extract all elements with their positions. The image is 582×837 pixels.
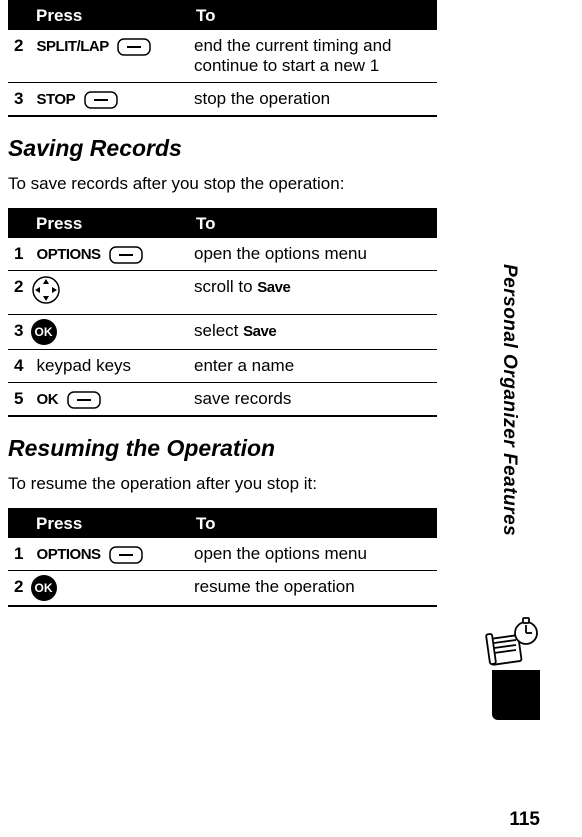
table-row: 1 OPTIONS open the options menu xyxy=(8,238,437,271)
nav-icon xyxy=(31,275,61,310)
softkey-icon xyxy=(109,246,143,264)
step-number: 1 xyxy=(8,538,31,570)
softkey-icon xyxy=(117,38,151,56)
key-label: OPTIONS xyxy=(37,246,101,263)
table-row: 1 OPTIONS open the options menu xyxy=(8,538,437,571)
heading-resuming: Resuming the Operation xyxy=(8,435,437,462)
col-press: Press xyxy=(8,1,188,30)
step-number: 1 xyxy=(8,238,31,270)
key-label: keypad keys xyxy=(31,350,188,382)
steps-table-1: Press To 2 SPLIT/LAP xyxy=(8,0,437,117)
col-to: To xyxy=(188,209,437,238)
step-desc: open the options menu xyxy=(188,538,437,571)
ok-icon: OK xyxy=(31,319,57,345)
ok-icon: OK xyxy=(31,575,57,601)
step-desc: stop the operation xyxy=(188,83,437,117)
side-section-label: Personal Organizer Features xyxy=(498,155,526,645)
heading-saving-records: Saving Records xyxy=(8,135,437,162)
softkey-icon xyxy=(84,91,118,109)
step-number: 3 xyxy=(8,83,31,115)
step-number: 2 xyxy=(8,571,31,605)
key-label: STOP xyxy=(37,91,76,108)
steps-table-3: Press To 1 OPTIONS open the options menu xyxy=(8,508,437,607)
table-row: 2 OK resume the operation xyxy=(8,571,437,607)
col-to: To xyxy=(188,509,437,538)
table-row: 3 STOP stop the operation xyxy=(8,83,437,117)
step-desc: resume the operation xyxy=(188,571,437,607)
table-row: 5 OK save records xyxy=(8,383,437,417)
key-label: SPLIT/LAP xyxy=(37,38,109,55)
softkey-icon xyxy=(109,546,143,564)
key-label: OK xyxy=(37,391,59,408)
intro-text: To save records after you stop the opera… xyxy=(8,174,437,194)
step-desc: select Save xyxy=(188,315,437,350)
intro-text: To resume the operation after you stop i… xyxy=(8,474,437,494)
key-label: OPTIONS xyxy=(37,546,101,563)
step-number: 2 xyxy=(8,271,31,314)
col-to: To xyxy=(188,1,437,30)
table-row: 3 OK select Save xyxy=(8,315,437,350)
table-row: 4 keypad keys enter a name xyxy=(8,350,437,383)
step-desc: save records xyxy=(188,383,437,417)
step-number: 5 xyxy=(8,383,31,415)
col-press: Press xyxy=(8,209,188,238)
step-desc: open the options menu xyxy=(188,238,437,271)
table-row: 2 SPLIT/LAP end the current timing and c… xyxy=(8,30,437,83)
table-row: 2 scroll to Save xyxy=(8,271,437,315)
steps-table-2: Press To 1 OPTIONS open the options menu xyxy=(8,208,437,417)
step-number: 3 xyxy=(8,315,31,349)
step-desc: scroll to Save xyxy=(188,271,437,315)
step-number: 2 xyxy=(8,30,31,62)
page-number: 115 xyxy=(509,809,540,831)
step-desc: enter a name xyxy=(188,350,437,383)
step-number: 4 xyxy=(8,350,31,382)
step-desc: end the current timing and continue to s… xyxy=(188,30,437,83)
col-press: Press xyxy=(8,509,188,538)
organizer-icon xyxy=(484,615,542,670)
softkey-icon xyxy=(67,391,101,409)
